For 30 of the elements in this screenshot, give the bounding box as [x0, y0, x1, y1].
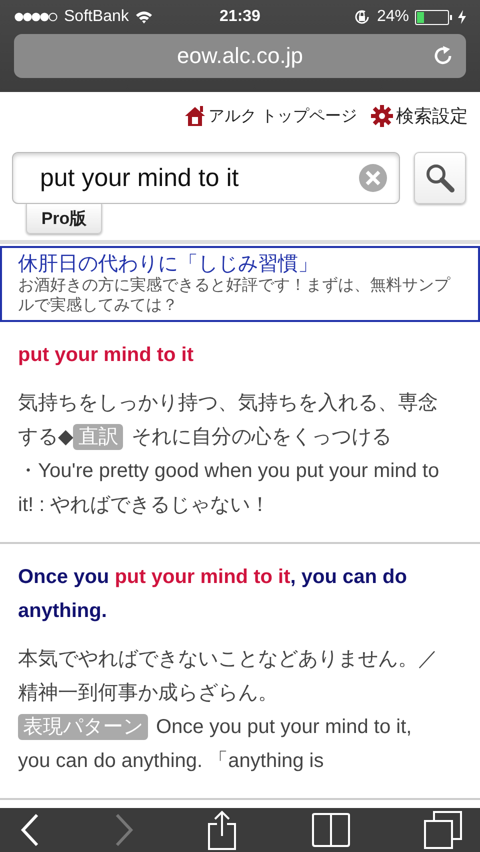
share-icon	[207, 810, 237, 850]
definition-text: 気持ちをしっかり持つ、気持ちを入れる、専念する◆ 直訳 それに自分の心をくっつける	[18, 391, 439, 452]
clock-time: 21:39	[218, 8, 262, 26]
back-icon	[20, 813, 40, 847]
definition-text: 本気でやればできないことなどありません。／精神一到何事か成らざらん。	[18, 647, 439, 706]
house-icon	[184, 105, 206, 127]
ad-text: お酒好きの方に実感できると好評です！まずは、無料サンプルで実感してみては？	[18, 276, 452, 316]
carrier-name: SoftBank	[64, 8, 129, 26]
forward-icon	[114, 813, 134, 847]
definition-text: 表現パターン Once you put your mind to it, you can do anything. 「anything is	[18, 713, 413, 774]
definition-text: ・You're pretty good when you put your mind to it! : やればできるじゃない！	[18, 459, 440, 518]
book-icon	[310, 812, 350, 848]
gear-icon	[371, 105, 393, 127]
search-field[interactable]: put your mind to it	[12, 152, 400, 204]
entry-heading: put your mind to it	[18, 343, 195, 368]
reload-icon[interactable]	[432, 45, 454, 67]
search-button[interactable]	[414, 152, 466, 204]
entry-heading: Once you put your mind to it, you can do anything.	[18, 565, 408, 624]
battery-percent: 24%	[376, 8, 409, 26]
battery-icon	[415, 10, 452, 24]
search-icon	[425, 163, 455, 193]
ad-banner[interactable]: 休肝日の代わりに「しじみ習慣」 お酒好きの方に実感できると好評です！まずは、無料サンプルで実感してみては？	[0, 246, 480, 322]
ad-title[interactable]: 休肝日の代わりに「しじみ習慣」	[18, 252, 462, 276]
rotation-lock-icon	[352, 8, 371, 26]
signal-icon	[14, 12, 58, 22]
settings-link[interactable]: 検索設定	[371, 104, 468, 128]
home-link[interactable]: アルク トップページ	[184, 105, 357, 127]
pro-version-button[interactable]: Pro版	[26, 203, 102, 234]
wifi-icon	[134, 10, 153, 24]
tabs-icon	[424, 811, 462, 849]
